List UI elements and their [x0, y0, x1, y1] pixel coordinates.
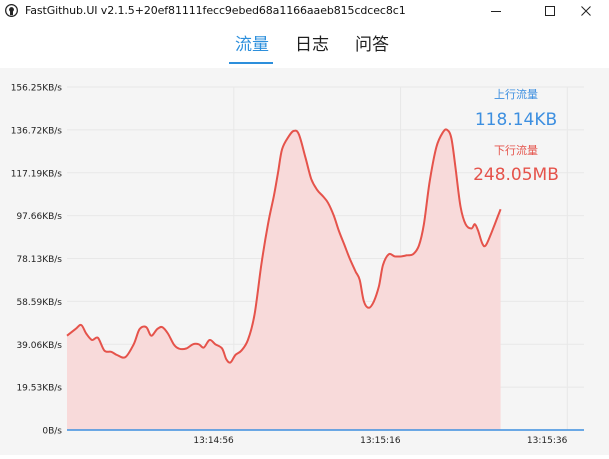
y-tick-label: 117.19KB/s: [11, 169, 63, 179]
tab-bar: 流量 日志 问答: [0, 28, 609, 68]
x-tick-label: 13:14:56: [193, 436, 234, 446]
maximize-icon: [545, 6, 555, 16]
upload-legend-label: 上行流量: [494, 87, 538, 101]
download-area: [67, 129, 501, 431]
tab-logs[interactable]: 日志: [295, 34, 329, 56]
minimize-icon: [491, 11, 501, 12]
y-tick-label: 19.53KB/s: [16, 384, 62, 394]
tab-faq[interactable]: 问答: [355, 34, 389, 56]
traffic-chart-svg: 0B/s 19.53KB/s 39.06KB/s 58.59KB/s 78.13KB/s…: [11, 84, 584, 446]
title-bar: FastGithub.UI v2.1.5+20ef81111fecc9ebed6…: [0, 0, 609, 22]
close-icon: [581, 6, 591, 16]
y-tick-label: 58.59KB/s: [16, 298, 62, 308]
y-tick-label: 0B/s: [42, 427, 62, 437]
y-tick-label: 136.72KB/s: [11, 126, 63, 136]
download-legend-label: 下行流量: [494, 143, 538, 157]
tab-traffic[interactable]: 流量: [235, 34, 269, 56]
upload-total: 118.14KB: [475, 110, 557, 130]
traffic-chart: 0B/s 19.53KB/s 39.06KB/s 58.59KB/s 78.13KB/s…: [0, 68, 609, 455]
x-tick-label: 13:15:16: [360, 436, 401, 446]
active-tab-indicator: [229, 62, 273, 64]
y-tick-label: 156.25KB/s: [11, 84, 63, 94]
y-tick-label: 39.06KB/s: [16, 341, 62, 351]
app-logo-icon: [5, 4, 18, 17]
window-title: FastGithub.UI v2.1.5+20ef81111fecc9ebed6…: [25, 4, 406, 17]
close-button[interactable]: [563, 0, 609, 22]
x-tick-label: 13:15:36: [527, 436, 568, 446]
y-tick-label: 78.13KB/s: [16, 255, 62, 265]
minimize-button[interactable]: [473, 0, 519, 22]
download-total: 248.05MB: [473, 165, 559, 185]
y-tick-label: 97.66KB/s: [16, 212, 62, 222]
